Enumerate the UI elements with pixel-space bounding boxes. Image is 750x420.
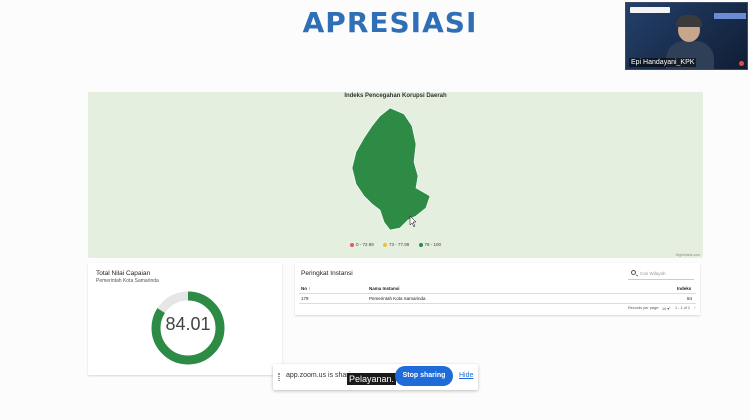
map-legend: 0 - 72.99 73 - 77.99 78 - 100	[88, 242, 703, 247]
muted-mic-icon	[739, 61, 744, 66]
table-title: Peringkat Instansi	[301, 270, 353, 277]
legend-dot-red-icon	[349, 242, 354, 247]
row-name: Pemerintah Kota Samarinda	[369, 296, 426, 301]
legend-item[interactable]: 73 - 77.99	[382, 242, 410, 247]
total-title: Total Nilai Capaian	[96, 270, 151, 277]
participant-video-tile[interactable]: Epi Handayani_KPK	[625, 2, 748, 70]
sharing-notice: app.zoom.us is sharin	[286, 372, 355, 379]
map-panel: Indeks Pencegahan Korupsi Daerah 0 - 72.…	[88, 92, 703, 258]
search-input[interactable]: Cari Wilayah	[628, 268, 694, 280]
region-map	[351, 107, 431, 231]
column-header-no[interactable]: No ↑	[301, 286, 311, 291]
speaker-caption: Pelayanan.	[347, 373, 397, 385]
records-per-page-label: Records per page:	[628, 306, 660, 310]
legend-dot-green-icon	[418, 242, 423, 247]
participant-name: Epi Handayani_KPK	[629, 58, 697, 67]
search-placeholder: Cari Wilayah	[640, 271, 666, 276]
ranking-table-card: Peringkat Instansi Cari Wilayah No ↑ Nam…	[295, 263, 700, 315]
total-subtitle: Pemerintah Kota Samarinda	[96, 278, 159, 284]
participant-hair	[676, 15, 702, 27]
search-icon	[631, 270, 636, 275]
legend-label-high: 78 - 100	[424, 242, 442, 247]
map-title: Indeks Pencegahan Korupsi Daerah	[344, 93, 447, 99]
score-value: 84.01	[165, 314, 211, 334]
legend-item[interactable]: 78 - 100	[418, 242, 442, 247]
map-region-samarinda[interactable]	[351, 107, 431, 231]
prev-page-icon[interactable]: ‹	[669, 305, 671, 311]
video-banner-graphic	[714, 13, 746, 19]
header-divider	[299, 293, 696, 294]
total-score-card: Total Nilai Capaian Pemerintah Kota Sama…	[88, 263, 282, 375]
row-no: 179	[301, 296, 309, 301]
hide-link[interactable]: Hide	[459, 372, 473, 379]
row-index: 84	[687, 296, 693, 301]
column-header-index[interactable]: Indeks	[677, 286, 691, 291]
row-divider	[299, 303, 696, 304]
legend-label-low: 0 - 72.99	[355, 242, 374, 247]
column-header-name[interactable]: Nama Instansi	[369, 286, 400, 291]
drag-handle-icon[interactable]	[278, 373, 280, 381]
legend-label-mid: 73 - 77.99	[388, 242, 410, 247]
chart-credit[interactable]: Highcharts.com	[676, 253, 700, 257]
next-page-icon[interactable]: ›	[694, 305, 696, 311]
stop-sharing-button[interactable]: Stop sharing	[395, 366, 453, 386]
legend-dot-yellow-icon	[382, 242, 387, 247]
legend-item[interactable]: 0 - 72.99	[349, 242, 374, 247]
video-banner-logo	[630, 7, 670, 13]
pagination-range: 1 - 1 of 1	[675, 306, 690, 310]
screen: APRESIASI Epi Handayani_KPK Indeks Pence…	[0, 0, 750, 420]
